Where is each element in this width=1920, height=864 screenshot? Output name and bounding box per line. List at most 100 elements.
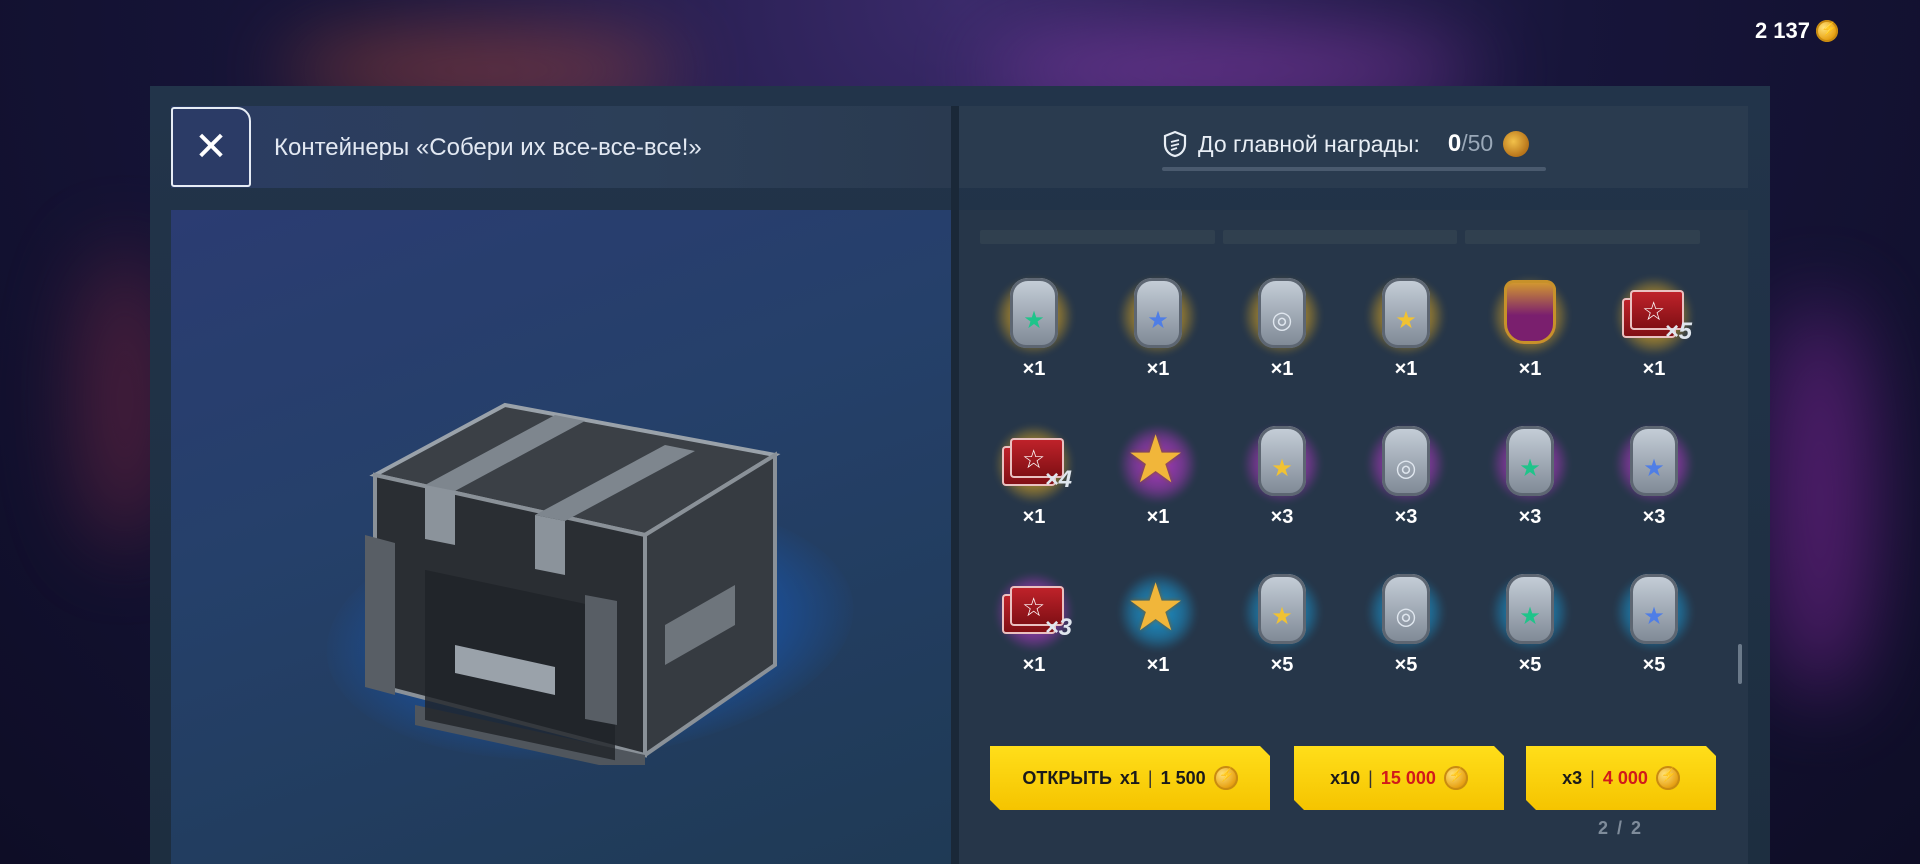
reward-count: 0/50 bbox=[1448, 130, 1493, 158]
tab[interactable] bbox=[1465, 230, 1701, 244]
star-icon: ☆ bbox=[1022, 444, 1046, 474]
tab[interactable] bbox=[980, 230, 1215, 244]
reward-total: /50 bbox=[1461, 130, 1494, 156]
open-mult: x3 bbox=[1562, 767, 1583, 788]
reward-quantity: ×1 bbox=[1518, 358, 1542, 380]
tag-emblem: ★ bbox=[1519, 603, 1541, 630]
page-title: Контейнеры «Собери их все-все-все!» bbox=[274, 134, 702, 161]
reward-item[interactable]: ★ ×3 bbox=[1604, 420, 1704, 540]
open-price: 15 000 bbox=[1380, 767, 1436, 788]
card-multiplier: ×3 bbox=[1044, 614, 1072, 641]
reward-quantity: ×1 bbox=[1394, 358, 1418, 380]
open-price: 1 500 bbox=[1160, 767, 1206, 788]
reward-item[interactable]: ★ ×1 bbox=[1108, 420, 1208, 540]
reward-item[interactable]: ☆ ×4 ×1 bbox=[984, 420, 1084, 540]
tank-tag-icon: ★ bbox=[1630, 426, 1678, 496]
reward-item[interactable]: ★ ×3 bbox=[1480, 420, 1580, 540]
reward-quantity: ×3 bbox=[1518, 506, 1542, 528]
reward-quantity: ×5 bbox=[1518, 654, 1542, 676]
reward-tabs bbox=[980, 230, 1701, 250]
open-price: 4 000 bbox=[1602, 767, 1648, 788]
container-crate-image bbox=[365, 402, 781, 765]
open-x1-button[interactable]: ОТКРЫТЬ x1 | 1 500 bbox=[990, 746, 1270, 810]
open-mult: x1 bbox=[1119, 767, 1140, 788]
tag-emblem: ★ bbox=[1271, 455, 1293, 482]
tag-emblem: ◎ bbox=[1271, 307, 1293, 334]
reward-quantity: ×1 bbox=[1270, 358, 1294, 380]
reward-quantity: ×3 bbox=[1642, 506, 1666, 528]
tank-tag-icon: ★ bbox=[1630, 574, 1678, 644]
tag-emblem: ◎ bbox=[1395, 455, 1417, 482]
reward-quantity: ×5 bbox=[1394, 654, 1418, 676]
card-multiplier: ×5 bbox=[1664, 318, 1692, 345]
gold-coin-icon bbox=[1214, 766, 1238, 790]
credits-tag-icon: ◎ bbox=[1258, 278, 1306, 348]
tag-emblem: ★ bbox=[1271, 603, 1293, 630]
open-mult: x10 bbox=[1330, 767, 1361, 788]
reward-item[interactable]: ★ ×5 bbox=[1480, 568, 1580, 688]
reward-label: До главной награды: bbox=[1198, 130, 1420, 157]
tag-emblem: ★ bbox=[1023, 307, 1045, 334]
credits-tag-icon: ◎ bbox=[1382, 574, 1430, 644]
reward-quantity: ×1 bbox=[1146, 506, 1170, 528]
open-label: ОТКРЫТЬ bbox=[1022, 767, 1112, 788]
cards-icon: ☆ ×3 bbox=[1002, 586, 1072, 641]
card-multiplier: ×4 bbox=[1044, 466, 1072, 493]
tag-emblem: ★ bbox=[1519, 455, 1541, 482]
crew-tag-icon: ★ bbox=[1506, 574, 1554, 644]
reward-item[interactable]: ★ ×1 bbox=[984, 272, 1084, 392]
tag-emblem: ★ bbox=[1643, 455, 1665, 482]
reward-quantity: ×1 bbox=[1022, 358, 1046, 380]
open-x3-button[interactable]: x3 | 4 000 bbox=[1526, 746, 1716, 810]
gold-coin-icon bbox=[1816, 20, 1838, 42]
reward-quantity: ×1 bbox=[1022, 506, 1046, 528]
reward-quantity: ×3 bbox=[1270, 506, 1294, 528]
gold-coin-icon bbox=[1656, 766, 1680, 790]
rewards-scrollbar[interactable] bbox=[1738, 644, 1742, 684]
reward-quantity: ×5 bbox=[1270, 654, 1294, 676]
tag-emblem: ◎ bbox=[1395, 603, 1417, 630]
star-icon: ☆ bbox=[1642, 296, 1666, 326]
reward-item[interactable]: ★ ×1 bbox=[1356, 272, 1456, 392]
open-x10-button[interactable]: x10 | 15 000 bbox=[1294, 746, 1504, 810]
crew-tag-icon: ★ bbox=[1506, 426, 1554, 496]
reward-quantity: ×1 bbox=[1022, 654, 1046, 676]
star-icon: ☆ bbox=[1022, 592, 1046, 622]
close-button[interactable]: ✕ bbox=[171, 107, 251, 187]
reward-item[interactable]: ★ ×1 bbox=[1108, 272, 1208, 392]
reward-progress-bar bbox=[1162, 167, 1546, 171]
tank-tag-icon: ★ bbox=[1134, 278, 1182, 348]
star-badge-icon: ★ bbox=[1126, 570, 1186, 644]
separator: | bbox=[1147, 767, 1153, 788]
reward-item[interactable]: ★ ×1 bbox=[1108, 568, 1208, 688]
reward-item[interactable]: ×1 bbox=[1480, 272, 1580, 392]
reward-item[interactable]: ◎ ×5 bbox=[1356, 568, 1456, 688]
reward-item[interactable]: ◎ ×1 bbox=[1232, 272, 1332, 392]
main-reward-icon bbox=[1503, 131, 1530, 157]
reward-quantity: ×5 bbox=[1642, 654, 1666, 676]
reward-item[interactable]: ☆ ×3 ×1 bbox=[984, 568, 1084, 688]
cards-icon: ☆ ×4 bbox=[1002, 438, 1072, 493]
reward-item[interactable]: ★ ×3 bbox=[1232, 420, 1332, 540]
horseshoe-icon bbox=[1504, 280, 1556, 344]
reward-item[interactable]: ◎ ×3 bbox=[1356, 420, 1456, 540]
reward-item[interactable]: ☆ ×5 ×1 bbox=[1604, 272, 1704, 392]
separator: | bbox=[1590, 767, 1595, 788]
reward-quantity: ×1 bbox=[1146, 358, 1170, 380]
bg-glow bbox=[1770, 300, 1870, 700]
tab[interactable] bbox=[1222, 230, 1458, 244]
gold-coin-icon bbox=[1444, 766, 1468, 790]
main-reward-progress: До главной награды: 0/50 bbox=[1162, 130, 1530, 158]
reward-item[interactable]: ★ ×5 bbox=[1232, 568, 1332, 688]
reward-quantity: ×3 bbox=[1394, 506, 1418, 528]
balance-amount: 2 137 bbox=[1754, 18, 1810, 43]
close-icon: ✕ bbox=[194, 125, 228, 169]
pagination: 2 / 2 bbox=[1598, 818, 1644, 838]
reward-item[interactable]: ★ ×5 bbox=[1604, 568, 1704, 688]
crew-tag-icon: ★ bbox=[1010, 278, 1058, 348]
shield-icon bbox=[1163, 130, 1187, 158]
divider bbox=[951, 106, 959, 864]
star-badge-icon: ★ bbox=[1126, 422, 1186, 496]
separator: | bbox=[1368, 767, 1373, 788]
reward-quantity: ×1 bbox=[1146, 654, 1170, 676]
